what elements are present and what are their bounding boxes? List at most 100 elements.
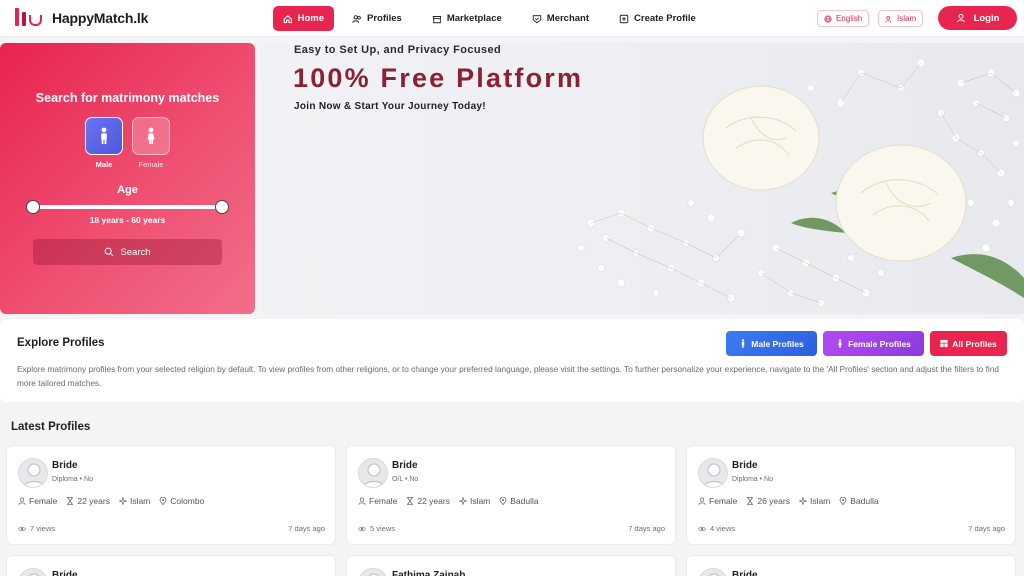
- search-panel: Search for matrimony matches Male Female…: [0, 43, 255, 314]
- all-profiles-label: All Profiles: [952, 338, 997, 349]
- avatar-silhouette-icon: [708, 573, 720, 576]
- location-pin-icon: [159, 497, 167, 505]
- profile-location-text: Badulla: [510, 496, 539, 506]
- eye-icon: [358, 526, 366, 531]
- avatar: [698, 568, 728, 576]
- users-icon: [352, 14, 361, 23]
- users-icon: [885, 15, 891, 22]
- nav-merchant[interactable]: Merchant: [520, 6, 601, 31]
- avatar: [358, 568, 388, 576]
- female-profiles-button[interactable]: Female Profiles: [823, 331, 924, 356]
- profile-gender: Female: [698, 496, 737, 506]
- age-label: Age: [117, 184, 138, 196]
- user-icon: [18, 497, 26, 505]
- profile-views-text: 5 views: [370, 524, 396, 533]
- profile-name[interactable]: Bride: [732, 570, 758, 576]
- profile-meta: Female 22 years Islam Colombo: [18, 496, 204, 506]
- nav-home[interactable]: Home: [273, 6, 334, 31]
- avatar-silhouette-icon: [363, 463, 385, 487]
- nav-marketplace[interactable]: Marketplace: [420, 6, 514, 31]
- brand-logo[interactable]: HappyMatch.lk: [12, 7, 148, 29]
- nav-create-profile-label: Create Profile: [634, 13, 696, 24]
- religion-selector[interactable]: Islam: [878, 10, 924, 27]
- age-max-handle[interactable]: [215, 200, 229, 214]
- explore-section: Explore Profiles Explore matrimony profi…: [0, 319, 1024, 402]
- login-button[interactable]: Login: [938, 6, 1017, 30]
- profile-gender-text: Female: [369, 496, 398, 506]
- profile-name[interactable]: Bride: [732, 460, 758, 471]
- profile-card[interactable]: Bride O/L • No Female 22 years Islam Badulla 5…: [346, 445, 676, 545]
- latest-profiles-title: Latest Profiles: [11, 421, 91, 433]
- explore-title: Explore Profiles: [17, 337, 105, 349]
- hero-banner: Easy to Set Up, and Privacy Focused 100%…: [261, 43, 1024, 314]
- profile-name[interactable]: Bride: [392, 460, 418, 471]
- female-profiles-label: Female Profiles: [848, 338, 911, 349]
- profile-religion-text: Islam: [809, 496, 831, 506]
- profile-religion-text: Islam: [129, 496, 151, 506]
- nav-profiles-label: Profiles: [367, 13, 402, 24]
- male-profiles-label: Male Profiles: [751, 338, 804, 349]
- profile-card[interactable]: Bride: [686, 555, 1016, 576]
- gender-female-button[interactable]: [132, 117, 170, 155]
- all-profiles-button[interactable]: All Profiles: [930, 331, 1007, 356]
- age-min-handle[interactable]: [26, 200, 40, 214]
- user-icon: [698, 497, 706, 505]
- hero-subtitle: Easy to Set Up, and Privacy Focused: [294, 44, 502, 56]
- gender-male-button[interactable]: [85, 117, 123, 155]
- profile-name[interactable]: Fathima Zainab: [392, 570, 465, 576]
- nav-links: Home Profiles Marketplace Merchant Creat…: [273, 6, 708, 31]
- hourglass-icon: [407, 497, 414, 505]
- male-icon: [101, 127, 107, 144]
- language-selector[interactable]: English: [817, 10, 870, 27]
- profile-card[interactable]: Bride Diploma • No Female 26 years Islam Badu…: [686, 445, 1016, 545]
- sparkle-icon: [458, 497, 467, 505]
- nav-profiles[interactable]: Profiles: [340, 6, 414, 31]
- search-button[interactable]: Search: [33, 239, 222, 265]
- grid-icon: [940, 339, 948, 348]
- profile-views: 5 views: [358, 524, 395, 533]
- profile-location-text: Badulla: [850, 496, 879, 506]
- store-icon: [432, 15, 442, 23]
- male-profiles-button[interactable]: Male Profiles: [726, 331, 817, 356]
- search-button-label: Search: [120, 246, 151, 258]
- hero-title: 100% Free Platform: [293, 63, 584, 93]
- top-nav: HappyMatch.lk Home Profiles Marketplace …: [0, 0, 1024, 37]
- avatar-silhouette-icon: [23, 463, 45, 487]
- female-icon: [838, 339, 842, 348]
- female-icon: [147, 127, 155, 144]
- flowers-image: [577, 58, 1024, 307]
- search-title: Search for matrimony matches: [35, 91, 220, 105]
- age-range-text: 18 years - 60 years: [89, 215, 166, 225]
- profile-religion-text: Islam: [469, 496, 491, 506]
- profile-gender: Female: [18, 496, 57, 506]
- nav-marketplace-label: Marketplace: [446, 13, 502, 24]
- profile-age-text: 22 years: [77, 496, 110, 506]
- profile-religion: Islam: [458, 496, 491, 506]
- nav-create-profile[interactable]: Create Profile: [607, 6, 708, 31]
- profile-posted-time: 7 days ago: [968, 524, 1005, 533]
- language-label: English: [836, 14, 863, 23]
- sparkle-icon: [118, 497, 127, 505]
- sparkle-icon: [798, 497, 807, 505]
- avatar-silhouette-icon: [703, 463, 725, 487]
- profile-card[interactable]: Fathima Zainab: [346, 555, 676, 576]
- profile-age: 22 years: [406, 496, 450, 506]
- avatar-silhouette-icon: [28, 573, 40, 576]
- home-icon: [283, 14, 292, 23]
- age-slider[interactable]: [26, 200, 229, 214]
- profile-name[interactable]: Bride: [52, 570, 78, 576]
- location-pin-icon: [839, 497, 847, 505]
- profile-views-text: 4 views: [710, 524, 736, 533]
- gender-male-label: Male: [95, 160, 113, 169]
- profile-location: Colombo: [159, 496, 204, 506]
- profile-posted-time: 7 days ago: [288, 524, 325, 533]
- search-icon: [105, 247, 114, 257]
- profile-card[interactable]: Bride Diploma • No Female 22 years Islam Colo…: [6, 445, 336, 545]
- avatar: [18, 458, 48, 488]
- profile-age-text: 26 years: [757, 496, 790, 506]
- profile-name[interactable]: Bride: [52, 460, 78, 471]
- profile-card[interactable]: Bride: [6, 555, 336, 576]
- explore-description: Explore matrimony profiles from your sel…: [17, 364, 999, 388]
- profile-location: Badulla: [839, 496, 879, 506]
- nav-merchant-label: Merchant: [546, 13, 590, 24]
